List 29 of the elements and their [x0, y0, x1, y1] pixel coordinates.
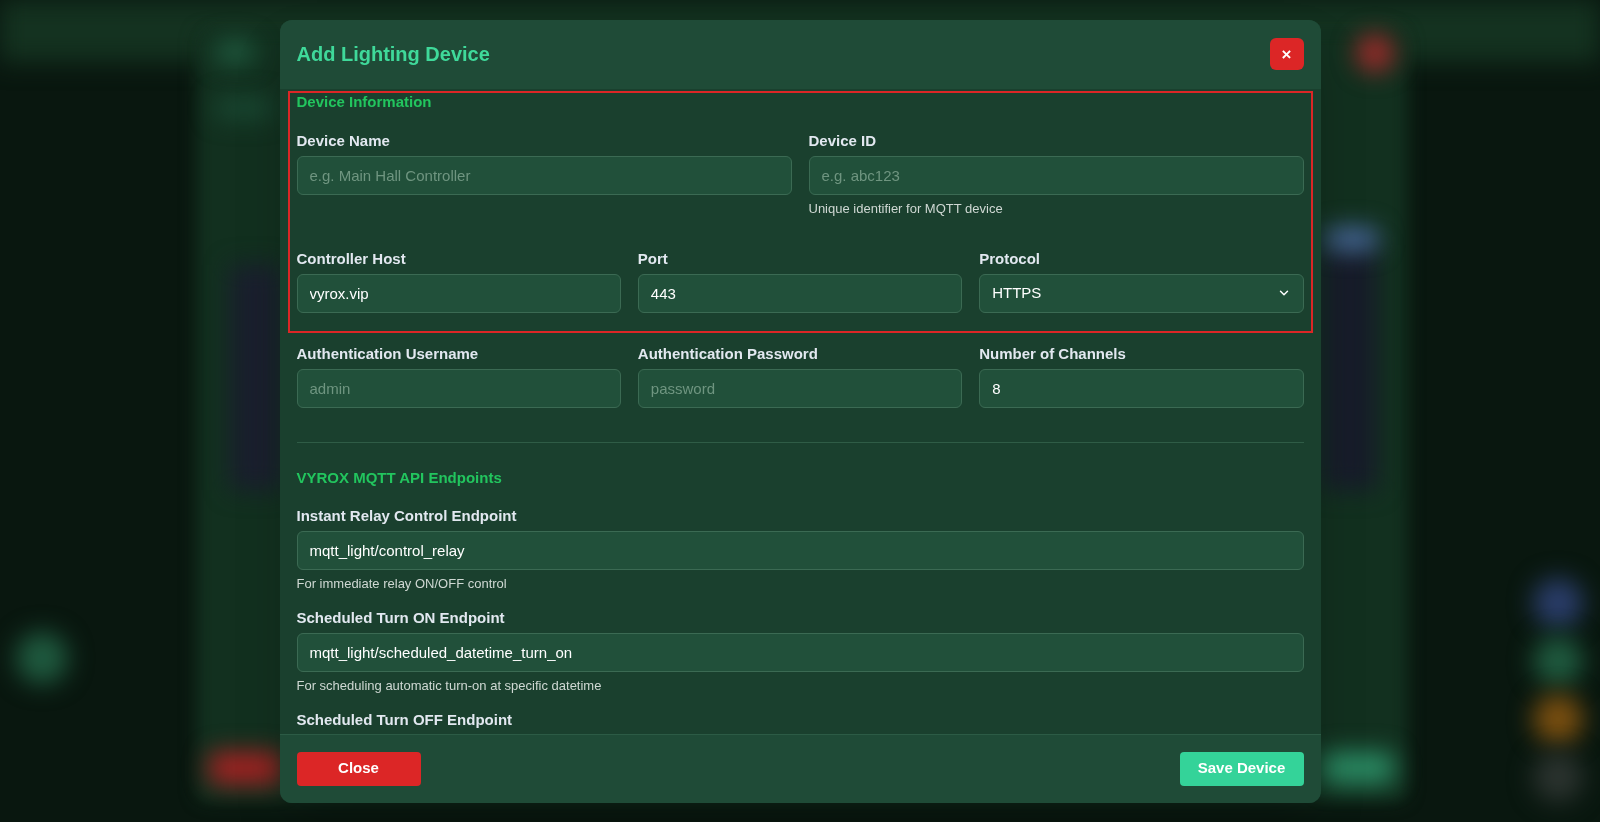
section-heading: VYROX MQTT API Endpoints [296, 468, 503, 487]
field-hint: Unique identifier for MQTT device [808, 200, 1004, 217]
text-field[interactable]: e.g. abc123 [808, 155, 1304, 195]
text-field[interactable]: mqtt_light/scheduled_datetime_turn_on [296, 632, 1304, 672]
field-label: Device ID [808, 130, 878, 151]
field-label: Instant Relay Control Endpoint [296, 505, 518, 526]
section-heading: Device Information [296, 92, 433, 111]
text-field[interactable]: 8 [979, 368, 1304, 408]
close-dialog-button[interactable]: Close [296, 751, 421, 786]
field-label: Protocol [979, 248, 1041, 269]
dialog-title: Add Lighting Device [296, 42, 490, 67]
field-label: Scheduled Turn ON Endpoint [296, 607, 506, 628]
close-button[interactable]: × [1269, 38, 1304, 70]
text-field[interactable]: e.g. Main Hall Controller [296, 155, 792, 195]
text-field[interactable]: admin [296, 368, 621, 408]
field-label: Device Name [296, 130, 391, 151]
text-field[interactable]: 443 [637, 273, 963, 313]
field-label: Scheduled Turn OFF Endpoint [296, 709, 514, 730]
field-label: Controller Host [296, 248, 407, 269]
field-label: Port [637, 248, 669, 269]
text-field[interactable]: vyrox.vip [296, 273, 621, 313]
field-label: Number of Channels [979, 343, 1127, 364]
text-field[interactable]: password [637, 368, 963, 408]
field-hint: For scheduling automatic turn-on at specific datetime [296, 677, 603, 694]
field-hint: For immediate relay ON/OFF control [296, 575, 508, 592]
field-label: Authentication Username [296, 343, 480, 364]
text-field[interactable]: mqtt_light/control_relay [296, 530, 1304, 570]
select-field[interactable]: HTTPS [979, 273, 1304, 313]
field-label: Authentication Password [637, 343, 819, 364]
